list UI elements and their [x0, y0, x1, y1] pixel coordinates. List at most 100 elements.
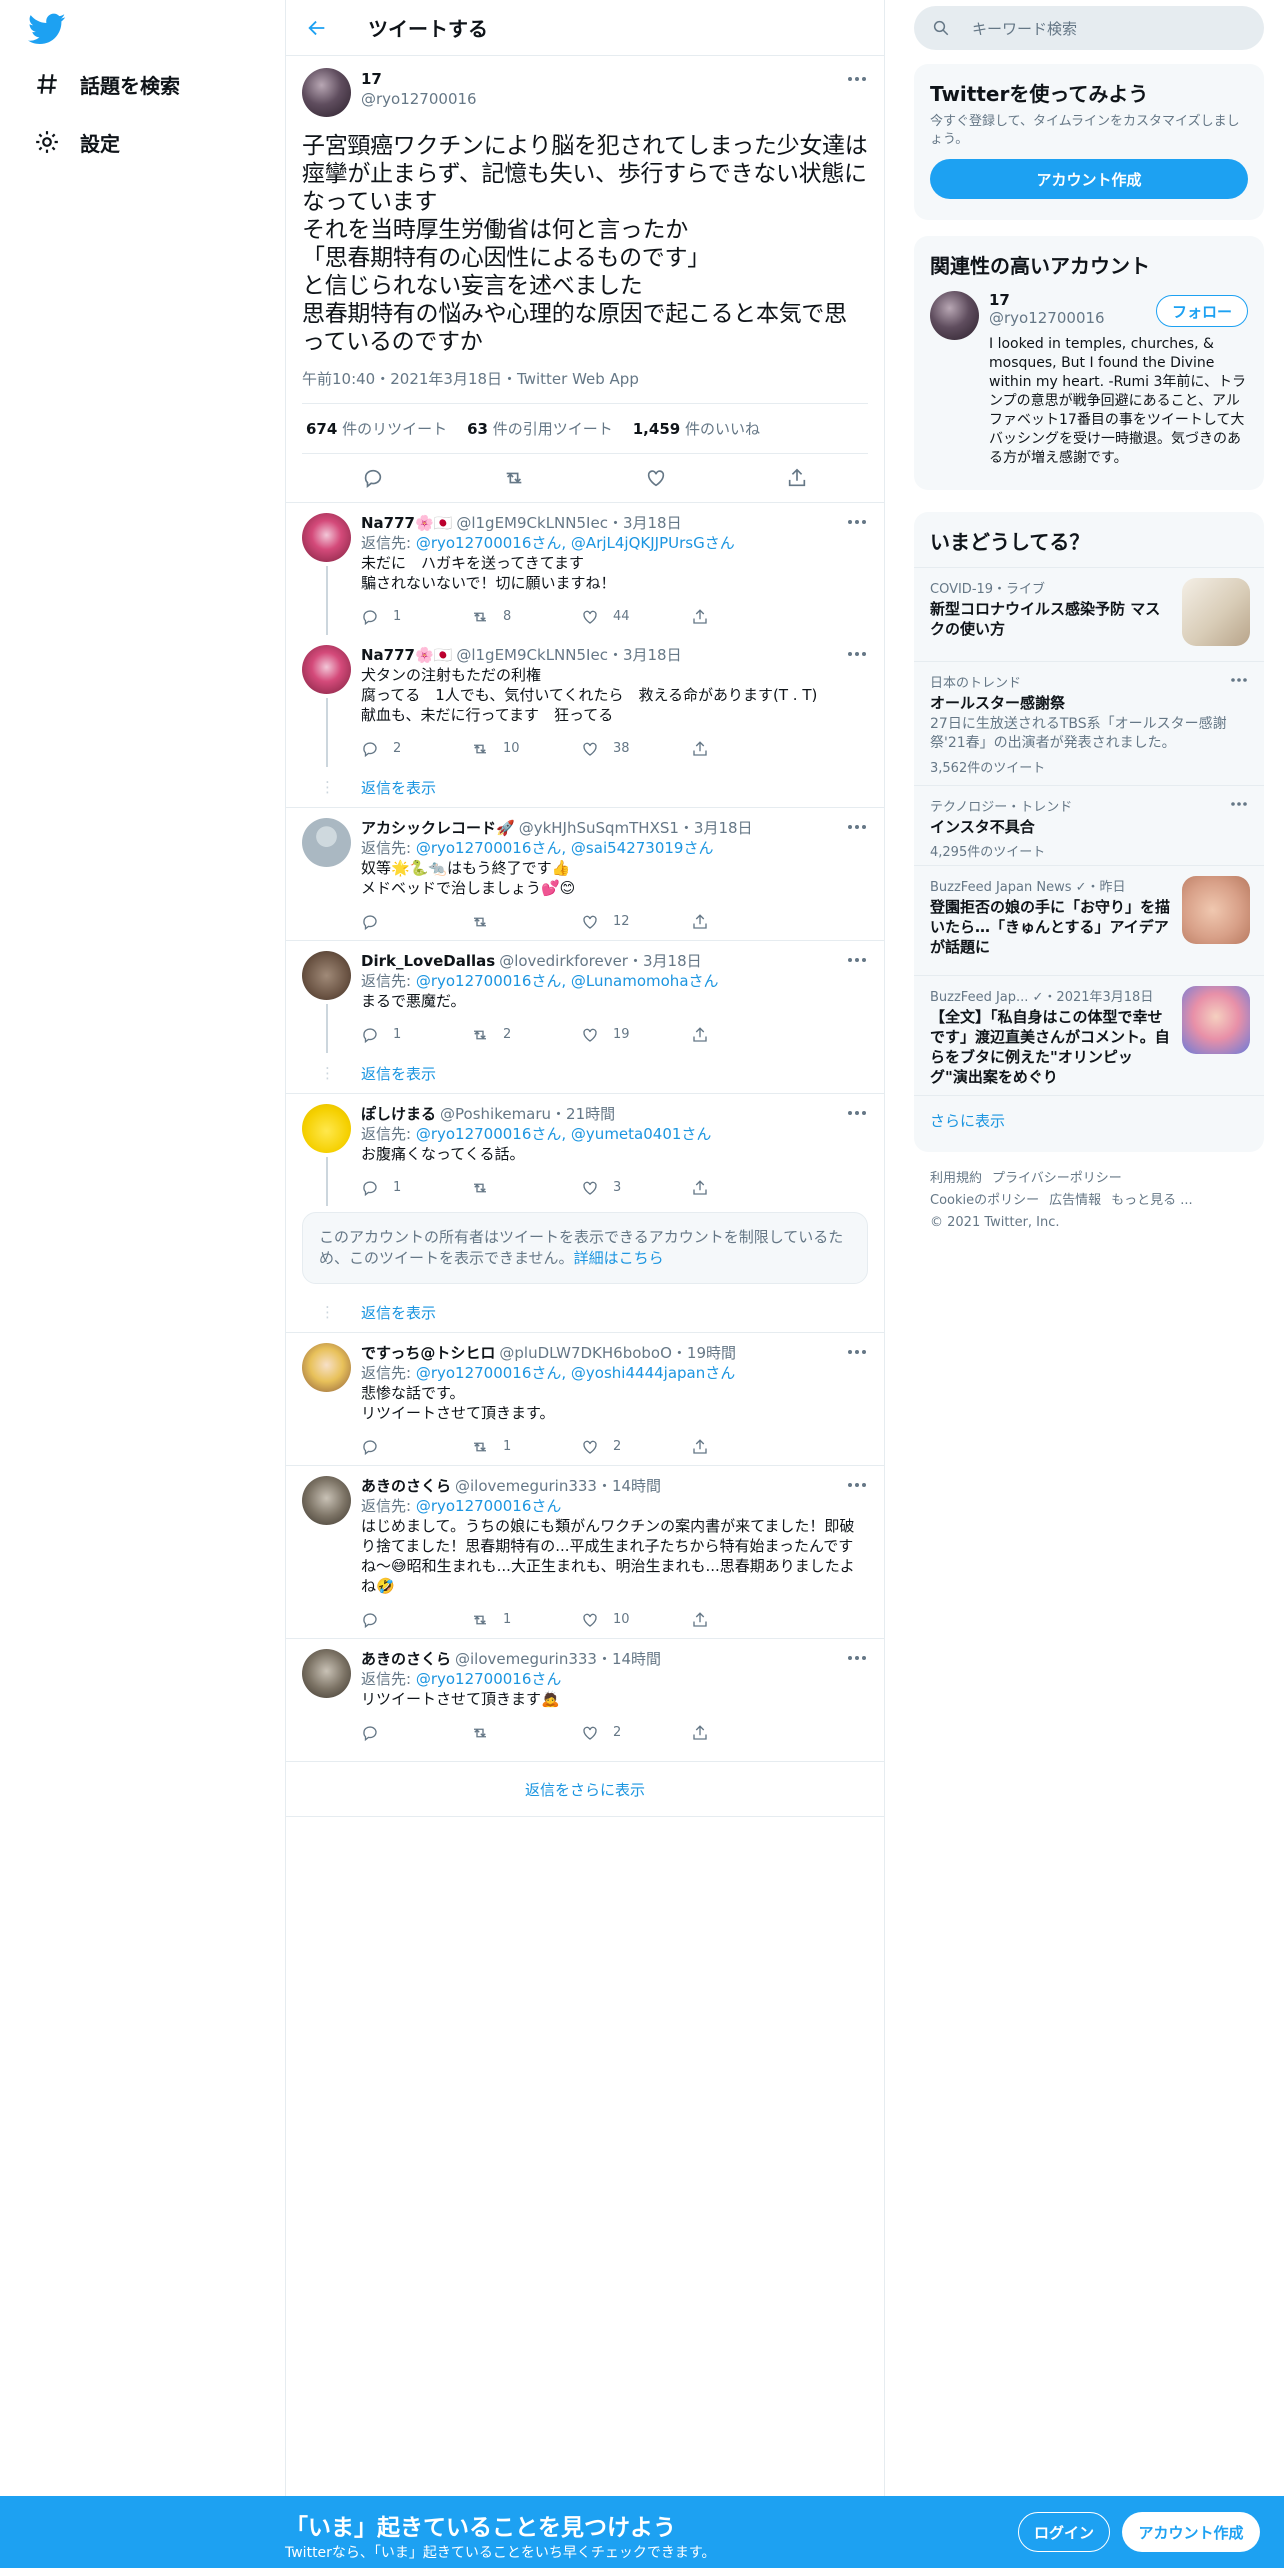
avatar[interactable] [302, 1476, 351, 1525]
avatar[interactable] [302, 645, 351, 694]
trends-show-more[interactable]: さらに表示 [914, 1095, 1264, 1145]
show-replies-label[interactable]: 返信を表示 [361, 1063, 436, 1084]
reply-tweet[interactable]: ぽしけまる @Poshikemaru・21時間 返信先: @ryo12700016… [286, 1094, 884, 1206]
reply-author-name[interactable]: Na777🌸🇯🇵 [361, 513, 452, 533]
retweet-button[interactable] [471, 913, 581, 931]
like-button[interactable]: 19 [581, 1025, 691, 1045]
reply-to-links[interactable]: @ryo12700016さん, @yoshi4444japanさん [416, 1364, 735, 1382]
like-count[interactable]: 1,459 件のいいね [633, 418, 760, 439]
reply-tweet[interactable]: アカシックレコード🚀 @ykHJhSuSqmTHXS1・3月18日 返信先: @r… [286, 808, 884, 940]
quote-count[interactable]: 63 件の引用ツイート [467, 418, 613, 439]
reply-author-name[interactable]: Na777🌸🇯🇵 [361, 645, 452, 665]
avatar[interactable] [930, 291, 979, 340]
reply-button[interactable] [361, 1438, 471, 1456]
more-options-icon[interactable] [1230, 674, 1248, 686]
like-button[interactable]: 44 [581, 607, 691, 627]
like-button[interactable]: 2 [581, 1723, 691, 1743]
signup-button[interactable]: アカウント作成 [1122, 2512, 1260, 2552]
reply-author-handle[interactable]: @Poshikemaru・21時間 [440, 1104, 615, 1124]
avatar[interactable] [302, 513, 351, 562]
show-more-link[interactable]: さらに表示 [930, 1112, 1005, 1130]
retweet-count[interactable]: 674 件のリツイート [306, 418, 447, 439]
more-options-icon[interactable] [1230, 798, 1248, 810]
avatar[interactable] [302, 1343, 351, 1392]
more-options-icon[interactable] [846, 72, 868, 86]
author-handle[interactable]: @ryo12700016 [361, 90, 477, 108]
share-button[interactable] [691, 1611, 801, 1629]
reply-tweet[interactable]: ですっち@トシヒロ @pluDLW7DKH6boboO・19時間 返信先: @ry… [286, 1333, 884, 1465]
reply-to-links[interactable]: @ryo12700016さん [416, 1670, 562, 1688]
avatar[interactable] [302, 68, 351, 117]
footer-more-link[interactable]: もっと見る ... [1111, 1193, 1193, 1208]
login-button[interactable]: ログイン [1018, 2512, 1110, 2552]
nav-settings[interactable]: 設定 [34, 122, 120, 162]
more-options-icon[interactable] [846, 1478, 868, 1492]
footer-cookie-link[interactable]: Cookieのポリシー [930, 1193, 1039, 1208]
avatar[interactable] [302, 1649, 351, 1698]
reply-to-links[interactable]: @ryo12700016さん, @yumeta0401さん [416, 1125, 712, 1143]
trend-item[interactable]: BuzzFeed Jap... ✓・2021年3月18日 【全文】「私自身はこの… [914, 975, 1264, 1095]
like-button[interactable]: 10 [581, 1610, 691, 1630]
like-button[interactable]: 38 [581, 739, 691, 759]
related-account[interactable]: 17 @ryo12700016 I looked in temples, chu… [914, 279, 1264, 480]
reply-author-name[interactable]: あきのさくら [361, 1649, 451, 1669]
share-icon[interactable] [786, 467, 808, 489]
retweet-button[interactable]: 10 [471, 739, 581, 759]
tweet-meta[interactable]: 午前10:40・2021年3月18日・Twitter Web App [302, 368, 868, 404]
show-more-replies-label[interactable]: 返信をさらに表示 [525, 1779, 645, 1800]
trend-item[interactable]: COVID-19・ライブ 新型コロナウイルス感染予防 マスクの使い方 [914, 567, 1264, 661]
more-options-icon[interactable] [846, 515, 868, 529]
more-options-icon[interactable] [846, 1345, 868, 1359]
avatar[interactable] [302, 818, 351, 867]
reply-button[interactable] [361, 913, 471, 931]
like-button[interactable]: 12 [581, 912, 691, 932]
retweet-button[interactable]: 1 [471, 1437, 581, 1457]
reply-tweet[interactable]: あきのさくら @ilovemegurin333・14時間 返信先: @ryo127… [286, 1639, 884, 1751]
reply-button[interactable]: 1 [361, 1025, 471, 1045]
more-options-icon[interactable] [846, 1651, 868, 1665]
share-button[interactable] [691, 740, 801, 758]
share-button[interactable] [691, 1724, 801, 1742]
search-input[interactable]: キーワード検索 [914, 6, 1264, 50]
show-replies-link[interactable]: ⋮ 返信を表示 [286, 767, 884, 807]
retweet-button[interactable]: 8 [471, 607, 581, 627]
reply-author-handle[interactable]: @l1gEM9CkLNN5Iec・3月18日 [456, 513, 681, 533]
reply-author-name[interactable]: あきのさくら [361, 1476, 451, 1496]
reply-icon[interactable] [362, 467, 384, 489]
reply-button[interactable]: 2 [361, 739, 471, 759]
reply-author-handle[interactable]: @pluDLW7DKH6boboO・19時間 [499, 1343, 736, 1363]
reply-author-name[interactable]: ぽしけまる [361, 1104, 436, 1124]
reply-author-handle[interactable]: @ilovemegurin333・14時間 [455, 1649, 661, 1669]
footer-terms-link[interactable]: 利用規約 [930, 1171, 982, 1186]
more-options-icon[interactable] [846, 647, 868, 661]
signup-button[interactable]: アカウント作成 [930, 159, 1248, 199]
author-name[interactable]: 17 [361, 70, 477, 88]
learn-more-link[interactable]: 詳細はこちら [574, 1249, 664, 1267]
back-arrow-icon[interactable] [306, 17, 328, 39]
share-button[interactable] [691, 1179, 801, 1197]
avatar[interactable] [302, 1104, 351, 1153]
reply-author-name[interactable]: Dirk_LoveDallas [361, 951, 495, 971]
footer-ads-link[interactable]: 広告情報 [1049, 1193, 1101, 1208]
reply-author-name[interactable]: アカシックレコード🚀 [361, 818, 515, 838]
trend-item[interactable]: テクノロジー・トレンド インスタ不具合 4,295件のツイート [914, 785, 1264, 865]
reply-author-handle[interactable]: @ykHJhSuSqmTHXS1・3月18日 [519, 818, 753, 838]
retweet-button[interactable] [471, 1179, 581, 1197]
trend-item[interactable]: BuzzFeed Japan News ✓・昨日 登園拒否の娘の手に「お守り」を… [914, 865, 1264, 975]
like-button[interactable]: 3 [581, 1178, 691, 1198]
share-button[interactable] [691, 1438, 801, 1456]
reply-tweet[interactable]: あきのさくら @ilovemegurin333・14時間 返信先: @ryo127… [286, 1466, 884, 1638]
reply-author-handle[interactable]: @lovedirkforever・3月18日 [499, 951, 701, 971]
avatar[interactable] [302, 951, 351, 1000]
reply-button[interactable] [361, 1611, 471, 1629]
reply-tweet[interactable]: Na777🌸🇯🇵 @l1gEM9CkLNN5Iec・3月18日 返信先: @ryo… [286, 503, 884, 635]
show-more-replies-button[interactable]: 返信をさらに表示 [286, 1761, 884, 1817]
retweet-button[interactable] [471, 1724, 581, 1742]
more-options-icon[interactable] [846, 953, 868, 967]
reply-button[interactable] [361, 1724, 471, 1742]
share-button[interactable] [691, 913, 801, 931]
show-replies-link[interactable]: ⋮ 返信を表示 [286, 1292, 884, 1332]
footer-privacy-link[interactable]: プライバシーポリシー [992, 1171, 1122, 1186]
nav-explore[interactable]: 話題を検索 [34, 64, 180, 104]
reply-to-links[interactable]: @ryo12700016さん, @sai54273019さん [416, 839, 714, 857]
